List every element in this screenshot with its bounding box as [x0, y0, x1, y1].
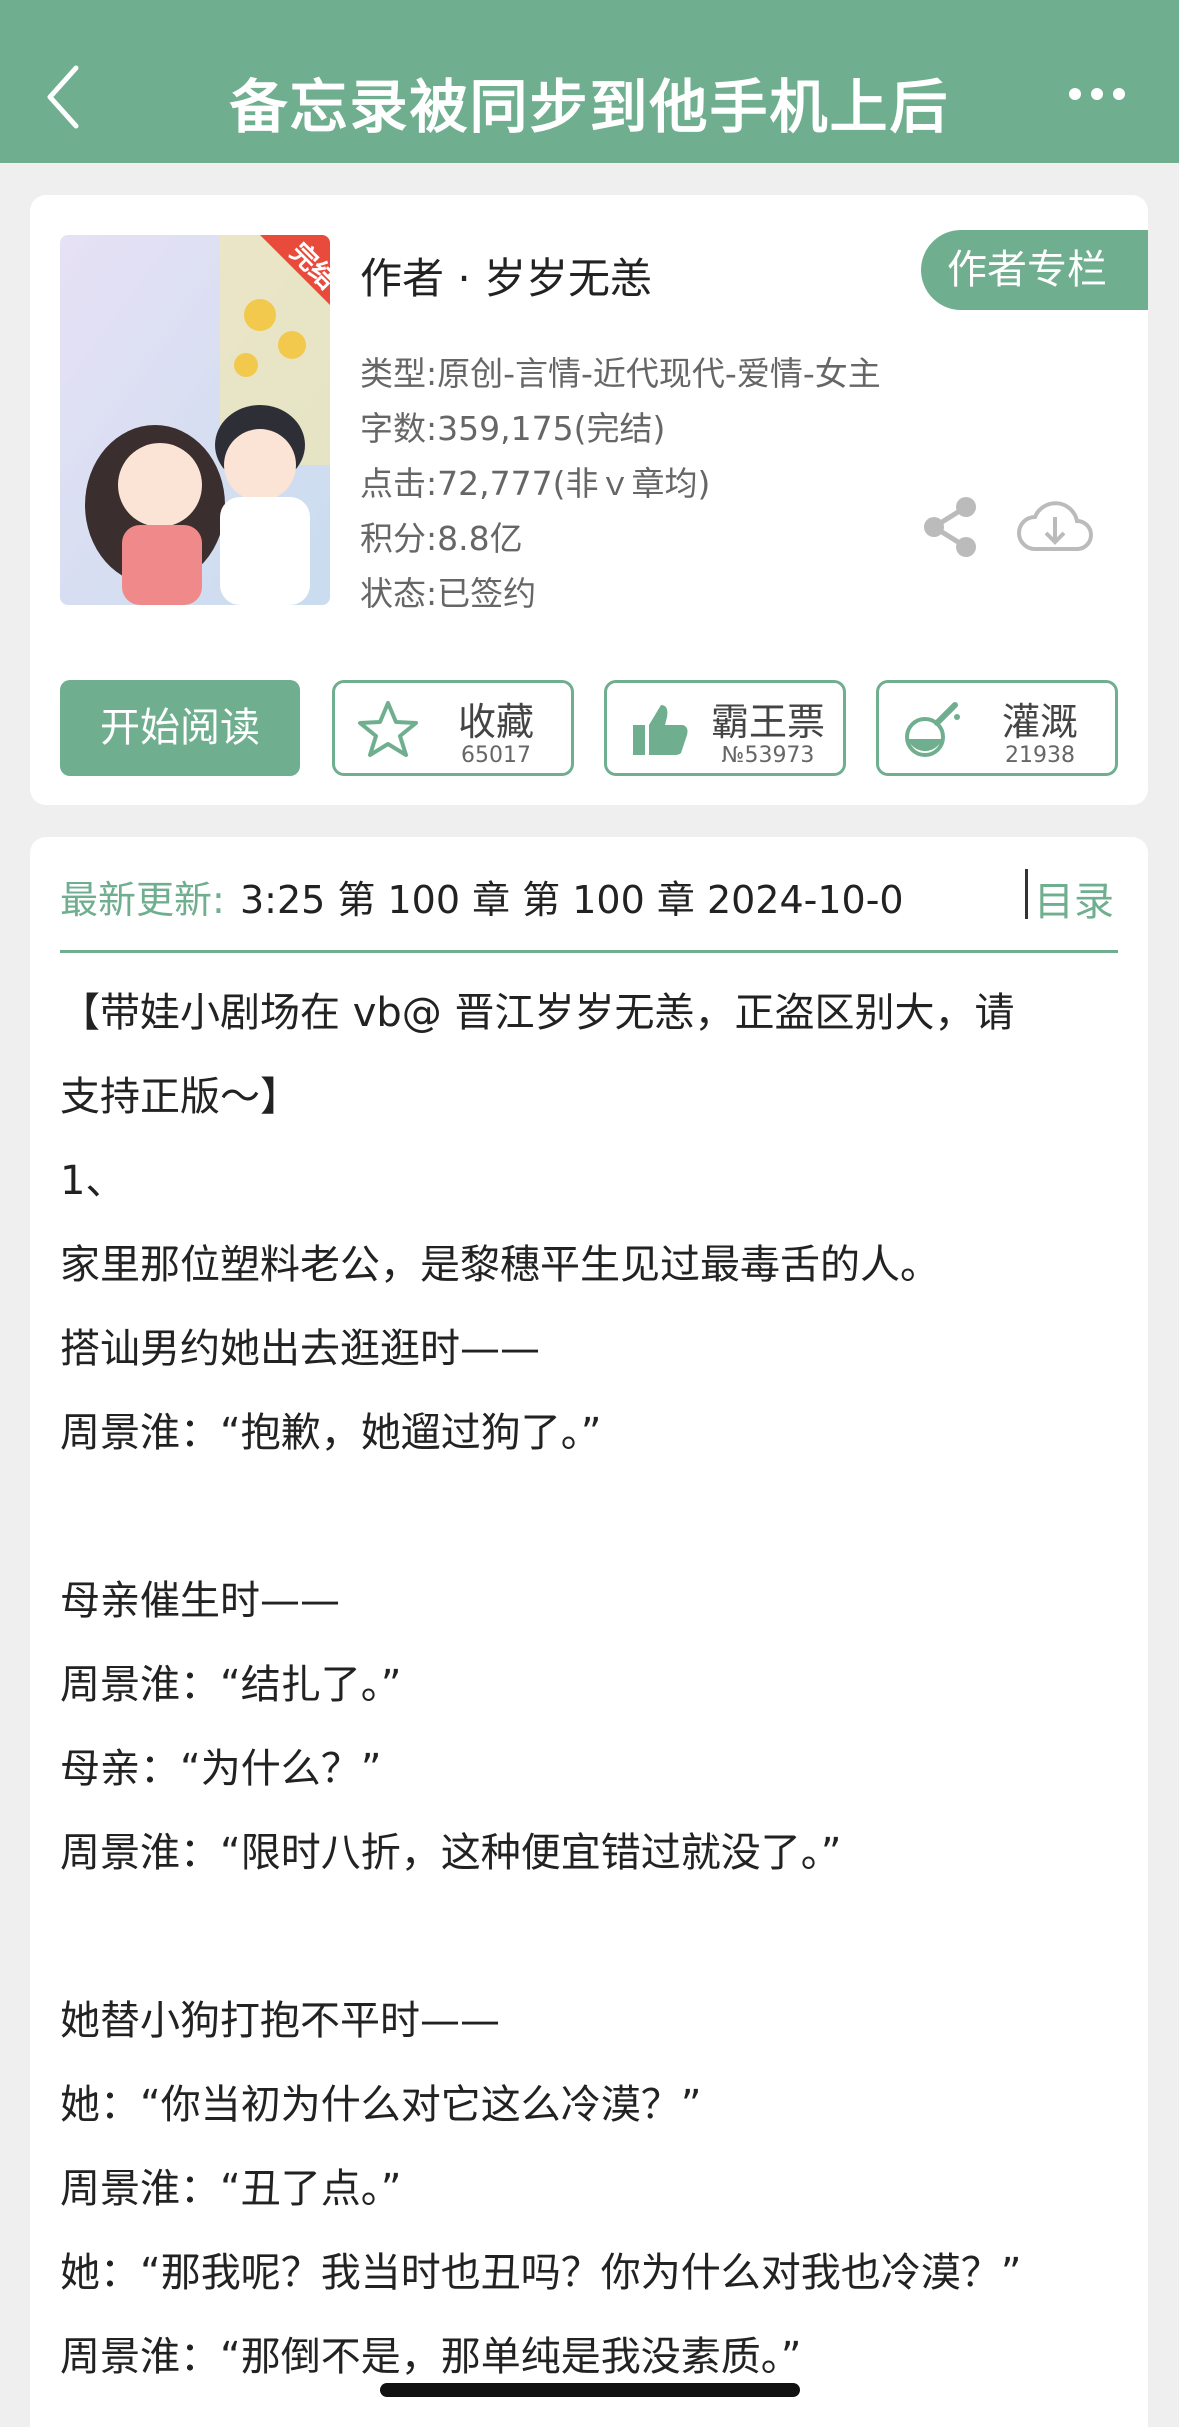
flask-icon — [905, 702, 960, 757]
author-name[interactable]: 作者 · 岁岁无恙 — [360, 245, 652, 306]
water-button[interactable]: 灌溉 21938 — [876, 680, 1118, 776]
start-reading-button[interactable]: 开始阅读 — [60, 680, 300, 776]
water-label: 灌溉 — [1001, 700, 1078, 744]
vote-count: №53973 — [721, 743, 815, 768]
description-line: 周景淮：“限时八折，这种便宜错过就没了。” — [60, 1830, 842, 1876]
description-line: 支持正版～】 — [60, 1074, 300, 1120]
latest-update-row[interactable]: 最新更新: 3:25 第 100 章 第 100 章 2024-10-0 目录 — [60, 837, 1118, 953]
share-icon[interactable] — [920, 495, 980, 559]
description-line: 【带娃小剧场在 vb@ 晋江岁岁无恙，正盗区别大，请 — [60, 990, 1015, 1036]
page-title: 备忘录被同步到他手机上后 — [229, 73, 950, 141]
description-line: 家里那位塑料老公，是黎穗平生见过最毒舌的人。 — [60, 1242, 940, 1288]
description-line: 母亲：“为什么？” — [60, 1746, 382, 1792]
book-description: 【带娃小剧场在 vb@ 晋江岁岁无恙，正盗区别大，请 支持正版～】 1、 家里那… — [60, 971, 1118, 2399]
latest-update-text[interactable]: 3:25 第 100 章 第 100 章 2024-10-0 — [240, 869, 997, 919]
description-line — [60, 1475, 1118, 1559]
book-points: 积分:8.8亿 — [360, 519, 523, 558]
cover-illustration: 完结 — [60, 235, 330, 605]
description-line: 周景淮：“丑了点。” — [60, 2166, 402, 2212]
book-cover[interactable]: 完结 — [60, 235, 330, 605]
cloud-download-icon[interactable] — [1015, 495, 1095, 559]
author-column-button[interactable]: 作者专栏 — [921, 230, 1148, 310]
favorite-label: 收藏 — [457, 700, 534, 744]
description-line: 周景淮：“结扎了。” — [60, 1662, 402, 1708]
book-status: 状态:已签约 — [360, 574, 537, 613]
book-type: 类型:原创-言情-近代现代-爱情-女主 — [360, 354, 881, 393]
home-indicator[interactable] — [380, 2383, 800, 2397]
more-options-icon[interactable] — [1067, 84, 1127, 104]
book-word-count: 字数:359,175(完结) — [360, 409, 666, 448]
description-line: 母亲催生时—— — [60, 1578, 340, 1624]
description-line: 她：“你当初为什么对它这么冷漠？” — [60, 2082, 702, 2128]
latest-update-label: 最新更新: — [60, 878, 225, 922]
star-icon — [358, 701, 418, 757]
divider — [1025, 869, 1028, 919]
table-of-contents-link[interactable]: 目录 — [1034, 869, 1114, 927]
water-count: 21938 — [1005, 743, 1075, 768]
book-description-card: 最新更新: 3:25 第 100 章 第 100 章 2024-10-0 目录 … — [30, 837, 1148, 2427]
description-line: 她替小狗打抱不平时—— — [60, 1998, 500, 2044]
vote-label: 霸王票 — [710, 700, 825, 744]
book-clicks: 点击:72,777(非ｖ章均) — [360, 464, 711, 503]
description-line: 周景淮：“抱歉，她遛过狗了。” — [60, 1410, 602, 1456]
description-line — [60, 1895, 1118, 1979]
book-info-card: 完结 作者 · 岁岁无恙 作者专栏 类型:原创-言情-近代现代-爱情-女主 字数… — [30, 195, 1148, 805]
description-line: 她：“那我呢？我当时也丑吗？你为什么对我也冷漠？” — [60, 2250, 1022, 2296]
top-bar: 备忘录被同步到他手机上后 — [0, 0, 1179, 163]
thumbs-up-icon — [633, 705, 688, 755]
description-line: 搭讪男约她出去逛逛时—— — [60, 1326, 540, 1372]
vote-button[interactable]: 霸王票 №53973 — [604, 680, 846, 776]
description-line: 1、 — [60, 1158, 126, 1204]
favorite-button[interactable]: 收藏 65017 — [332, 680, 574, 776]
favorite-count: 65017 — [461, 743, 531, 768]
